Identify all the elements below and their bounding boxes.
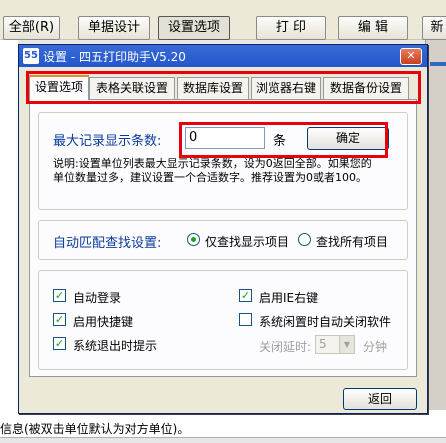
delay-unit: 分钟 bbox=[363, 340, 388, 354]
exit-prompt-checkbox[interactable]: ✓ bbox=[53, 337, 66, 350]
settings-options-button[interactable]: 设置选项 bbox=[158, 16, 230, 40]
delay-label: 关闭延时: bbox=[259, 340, 312, 354]
back-button[interactable]: 返回 bbox=[343, 388, 417, 410]
max-records-label: 最大记录显示条数: bbox=[53, 134, 162, 149]
background-scroll-area bbox=[425, 40, 446, 410]
ie-right-click-label[interactable]: 启用IE右键 bbox=[259, 289, 318, 306]
auto-login-checkbox[interactable]: ✓ bbox=[53, 289, 66, 302]
shortcut-label[interactable]: 启用快捷键 bbox=[73, 313, 133, 330]
input-highlight-box bbox=[179, 122, 388, 158]
dialog-titlebar[interactable]: 55 设置 - 四五打印助手V5.20 ✕ bbox=[19, 45, 427, 67]
delay-select[interactable]: 5 ▼ bbox=[315, 335, 355, 354]
tab-settings-options[interactable]: 设置选项 bbox=[29, 75, 89, 100]
dialog-title: 设置 - 四五打印助手V5.20 bbox=[43, 50, 186, 64]
background-list bbox=[0, 40, 18, 410]
delay-value: 5 bbox=[319, 337, 327, 351]
auto-match-group: 自动匹配查找设置: 仅查找显示项目 查找所有项目 bbox=[38, 220, 408, 260]
ie-right-click-checkbox[interactable]: ✓ bbox=[239, 289, 252, 302]
idle-close-label[interactable]: 系统闲置时自动关闭软件 bbox=[259, 313, 391, 330]
app-icon: 55 bbox=[23, 48, 39, 64]
radio-all-items-label[interactable]: 查找所有项目 bbox=[316, 233, 388, 250]
bill-design-button[interactable]: 单据设计 bbox=[78, 16, 150, 40]
all-button[interactable]: 全部(R) bbox=[3, 16, 60, 40]
horizontal-scrollbar[interactable] bbox=[0, 437, 446, 443]
idle-close-checkbox[interactable] bbox=[239, 313, 252, 326]
options-group: ✓ 自动登录 ✓ 启用快捷键 ✓ 系统退出时提示 ✓ 启用IE右键 系统闲置时自… bbox=[38, 270, 408, 370]
close-icon[interactable]: ✕ bbox=[400, 48, 422, 65]
edit-button[interactable]: 编 辑 bbox=[338, 16, 408, 40]
radio-all-items[interactable] bbox=[298, 233, 311, 246]
auto-match-label: 自动匹配查找设置: bbox=[53, 236, 162, 251]
background-selection-bar bbox=[430, 62, 446, 66]
chevron-down-icon: ▼ bbox=[339, 336, 354, 353]
radio-shown-only[interactable] bbox=[187, 233, 200, 246]
shortcut-checkbox[interactable]: ✓ bbox=[53, 313, 66, 326]
max-records-note: 说明:设置单位列表最大显示记录条数，设为0返回全部。如果您的单位数量过多，建议设… bbox=[53, 157, 372, 184]
exit-prompt-label[interactable]: 系统退出时提示 bbox=[73, 337, 157, 354]
auto-login-label[interactable]: 自动登录 bbox=[73, 289, 121, 306]
radio-shown-only-label[interactable]: 仅查找显示项目 bbox=[205, 233, 289, 250]
print-button[interactable]: 打 印 bbox=[256, 16, 326, 40]
status-text: 信息(被双击单位默认为对方单位)。 bbox=[0, 422, 190, 436]
new-button[interactable]: 新 bbox=[422, 16, 446, 40]
